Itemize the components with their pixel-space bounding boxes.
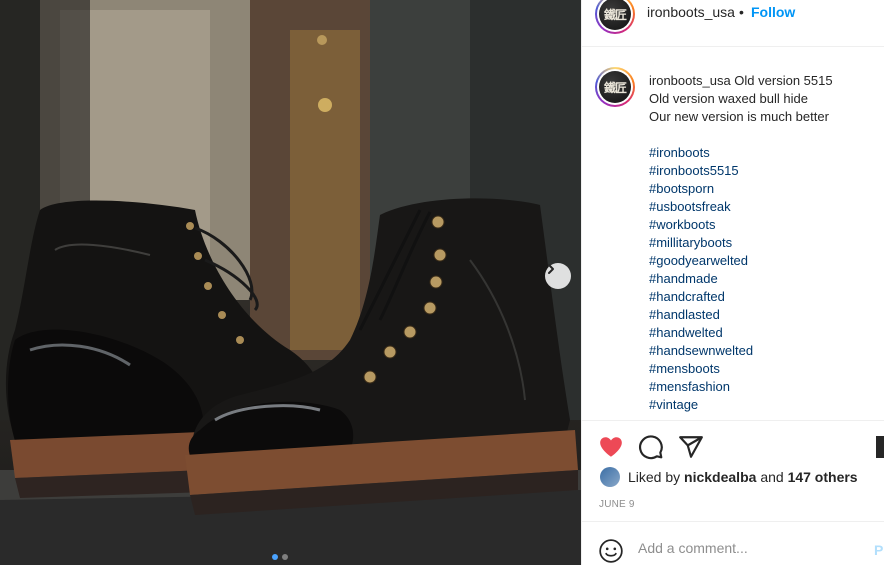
heart-filled-icon — [600, 437, 622, 457]
liker-username-link[interactable]: nickdealba — [684, 469, 756, 485]
hashtag-link[interactable]: #mensboots — [649, 360, 753, 378]
carousel-dot — [282, 554, 288, 560]
like-button[interactable] — [598, 434, 624, 460]
likes-summary: Liked by nickdealba and 147 others — [600, 467, 858, 487]
comment-button[interactable] — [638, 434, 664, 460]
caption-avatar[interactable]: 鐵匠 — [595, 67, 635, 107]
follow-button[interactable]: Follow — [751, 4, 795, 20]
post-caption: ironboots_usa Old version 5515 Old versi… — [649, 72, 879, 126]
likes-and: and — [760, 469, 784, 485]
carousel-dots — [272, 554, 288, 560]
avatar-ring: 鐵匠 — [597, 0, 633, 32]
hashtag-link[interactable]: #ironboots — [649, 144, 753, 162]
likes-others-link[interactable]: 147 others — [788, 469, 858, 485]
avatar[interactable]: 鐵匠 — [595, 0, 635, 34]
hashtag-link[interactable]: #handmade — [649, 270, 753, 288]
ironboots-logo-icon: 鐵匠 — [599, 71, 631, 103]
liker-avatar[interactable] — [600, 467, 620, 487]
post-photo[interactable] — [0, 0, 581, 565]
hashtag-link[interactable]: #bootsporn — [649, 180, 753, 198]
caption-line: Old version waxed bull hide — [649, 91, 808, 106]
likes-prefix: Liked by — [628, 469, 681, 485]
hashtag-link[interactable]: #handcrafted — [649, 288, 753, 306]
avatar-ring: 鐵匠 — [597, 69, 633, 105]
hashtag-link[interactable]: #handlasted — [649, 306, 753, 324]
hashtag-list: #ironboots #ironboots5515 #bootsporn #us… — [649, 144, 753, 414]
caption-username-link[interactable]: ironboots_usa — [649, 73, 731, 88]
post-header: 鐵匠 ironboots_usa • Follow — [582, 0, 884, 47]
hashtag-link[interactable]: #vintage — [649, 396, 753, 414]
post-comment-button[interactable]: Post — [874, 542, 884, 558]
hashtag-link[interactable]: #usbootsfreak — [649, 198, 753, 216]
save-button[interactable] — [876, 434, 884, 460]
hashtag-link[interactable]: #workboots — [649, 216, 753, 234]
comments-section[interactable]: 鐵匠 ironboots_usa Old version 5515 Old ve… — [582, 48, 884, 420]
post-date[interactable]: JUNE 9 — [599, 499, 635, 510]
share-icon — [679, 436, 703, 458]
post-actions: Liked by nickdealba and 147 others JUNE … — [582, 420, 884, 521]
caption-line: Old version 5515 — [734, 73, 833, 88]
emoji-button[interactable] — [598, 538, 624, 564]
chevron-right-icon — [548, 264, 554, 274]
header-username-link[interactable]: ironboots_usa — [647, 4, 735, 20]
boots-photo-illustration — [0, 0, 581, 565]
ironboots-logo-icon: 鐵匠 — [599, 0, 631, 30]
hashtag-link[interactable]: #goodyearwelted — [649, 252, 753, 270]
post-side-panel: 鐵匠 ironboots_usa • Follow 鐵匠 ironboots_u… — [581, 0, 884, 565]
bookmark-icon — [876, 436, 884, 458]
hashtag-link[interactable]: #mensfashion — [649, 378, 753, 396]
hashtag-link[interactable]: #millitaryboots — [649, 234, 753, 252]
add-comment-bar: Post — [582, 521, 884, 565]
hashtag-link[interactable]: #ironboots5515 — [649, 162, 753, 180]
smiley-icon — [599, 539, 623, 563]
comment-input[interactable] — [638, 540, 858, 556]
caption-line: Our new version is much better — [649, 109, 829, 124]
share-button[interactable] — [678, 434, 704, 460]
separator-dot: • — [739, 4, 744, 20]
hashtag-link[interactable]: #handsewnwelted — [649, 342, 753, 360]
hashtag-link[interactable]: #handwelted — [649, 324, 753, 342]
comment-icon — [639, 435, 663, 460]
carousel-dot-active — [272, 554, 278, 560]
carousel-next-button[interactable] — [545, 263, 571, 289]
